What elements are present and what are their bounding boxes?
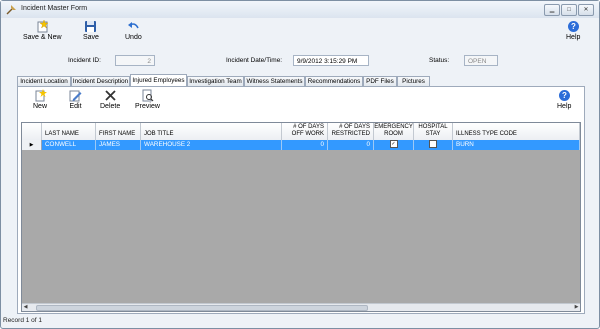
delete-x-icon [104,90,116,101]
undo-button[interactable]: Undo [125,20,142,41]
help-icon: ? [558,90,570,101]
tab-investigation-team[interactable]: Investigation Team [187,76,244,86]
injured-employees-panel: New Edit Delete Preview ? Help LAST NAME… [17,86,585,314]
preview-button[interactable]: Preview [135,89,160,110]
delete-button[interactable]: Delete [100,89,120,110]
preview-label: Preview [135,103,160,110]
window-title: Incident Master Form [21,5,88,12]
column-days-off-work[interactable]: # OF DAYS OFF WORK [282,123,328,140]
column-days-restricted[interactable]: # OF DAYS RESTRICTED [328,123,374,140]
maximize-button[interactable]: □ [561,4,577,16]
tab-incident-description[interactable]: Incident Description [71,76,130,86]
cell-last-name[interactable]: CONWELL [42,140,96,150]
preview-icon [142,89,154,102]
column-hospital-stay[interactable]: HOSPITAL STAY [414,123,453,140]
new-icon [35,89,47,102]
scrollbar-thumb[interactable] [36,305,368,311]
minimize-button[interactable]: ▁ [544,4,560,16]
edit-icon [69,90,82,102]
cell-illness-type-code[interactable]: BURN [453,140,580,150]
status-label: Status: [429,57,450,64]
close-button[interactable]: ✕ [578,4,594,16]
panel-toolbar: New Edit Delete Preview ? Help [18,87,584,115]
column-job-title[interactable]: JOB TITLE [141,123,282,140]
save-new-button[interactable]: Save & New [23,20,62,41]
tab-incident-location[interactable]: Incident Location [17,76,71,86]
cell-hospital-stay[interactable] [414,140,453,150]
incident-header: Incident ID: 2 Incident Date/Time: 9/9/2… [1,48,599,76]
svg-text:?: ? [571,22,576,31]
save-new-icon [37,20,49,33]
edit-button[interactable]: Edit [69,89,82,110]
new-label: New [33,103,48,110]
cell-emergency-room[interactable]: ✓ [374,140,414,150]
cell-job-title[interactable]: WAREHOUSE 2 [141,140,282,150]
tab-injured-employees[interactable]: Injured Employees [130,74,187,86]
grid-header: LAST NAME FIRST NAME JOB TITLE # OF DAYS… [22,123,580,141]
new-button[interactable]: New [33,89,47,110]
incident-date-label: Incident Date/Time: [226,57,283,64]
cell-days-restricted[interactable]: 0 [328,140,374,150]
undo-icon [127,22,139,29]
panel-help-label: Help [557,103,572,110]
panel-help-button[interactable]: ? Help [557,89,571,110]
row-header-corner [22,123,42,140]
help-button[interactable]: ? Help [566,20,580,41]
floppy-disk-icon [85,21,97,32]
row-selector-arrow-icon[interactable]: ▶ [22,140,42,150]
record-status: Record 1 of 1 [3,317,43,324]
incident-master-window: Incident Master Form ▁ □ ✕ Save & New Sa… [0,0,600,329]
column-first-name[interactable]: FIRST NAME [96,123,141,140]
main-toolbar: Save & New Save Undo ? Help [1,18,599,48]
help-label: Help [566,34,581,41]
svg-text:?: ? [562,91,567,100]
scroll-right-arrow-icon[interactable]: ▶ [573,304,580,311]
emergency-room-checkbox[interactable]: ✓ [389,140,398,149]
save-new-label: Save & New [23,34,62,41]
table-row[interactable]: ▶ CONWELL JAMES WAREHOUSE 2 0 0 ✓ BURN [22,140,580,150]
hospital-stay-checkbox[interactable] [429,140,437,149]
help-icon: ? [567,21,579,32]
save-label: Save [83,34,99,41]
tab-pictures[interactable]: Pictures [397,76,430,86]
undo-label: Undo [125,34,142,41]
delete-label: Delete [100,103,121,110]
app-icon [6,5,16,15]
tab-pdf-files[interactable]: PDF Files [363,76,397,86]
tab-recommendations[interactable]: Recommendations [305,76,363,86]
incident-id-field[interactable]: 2 [115,55,155,66]
incident-date-field[interactable]: 9/9/2012 3:15:29 PM [293,55,369,66]
column-emergency-room[interactable]: EMERGENCY ROOM [374,123,414,140]
title-bar: Incident Master Form ▁ □ ✕ [1,1,599,19]
scroll-left-arrow-icon[interactable]: ◀ [22,304,29,311]
cell-days-off-work[interactable]: 0 [282,140,328,150]
injured-employees-grid[interactable]: LAST NAME FIRST NAME JOB TITLE # OF DAYS… [21,122,581,312]
horizontal-scrollbar[interactable]: ◀ ▶ [22,303,580,311]
save-button[interactable]: Save [83,20,99,41]
incident-id-label: Incident ID: [68,57,101,64]
cell-first-name[interactable]: JAMES [96,140,141,150]
edit-label: Edit [69,103,82,110]
column-last-name[interactable]: LAST NAME [42,123,96,140]
column-illness-type-code[interactable]: ILLNESS TYPE CODE [453,123,580,140]
tab-witness-statements[interactable]: Witness Statements [244,76,305,86]
status-field[interactable]: OPEN [464,55,498,66]
